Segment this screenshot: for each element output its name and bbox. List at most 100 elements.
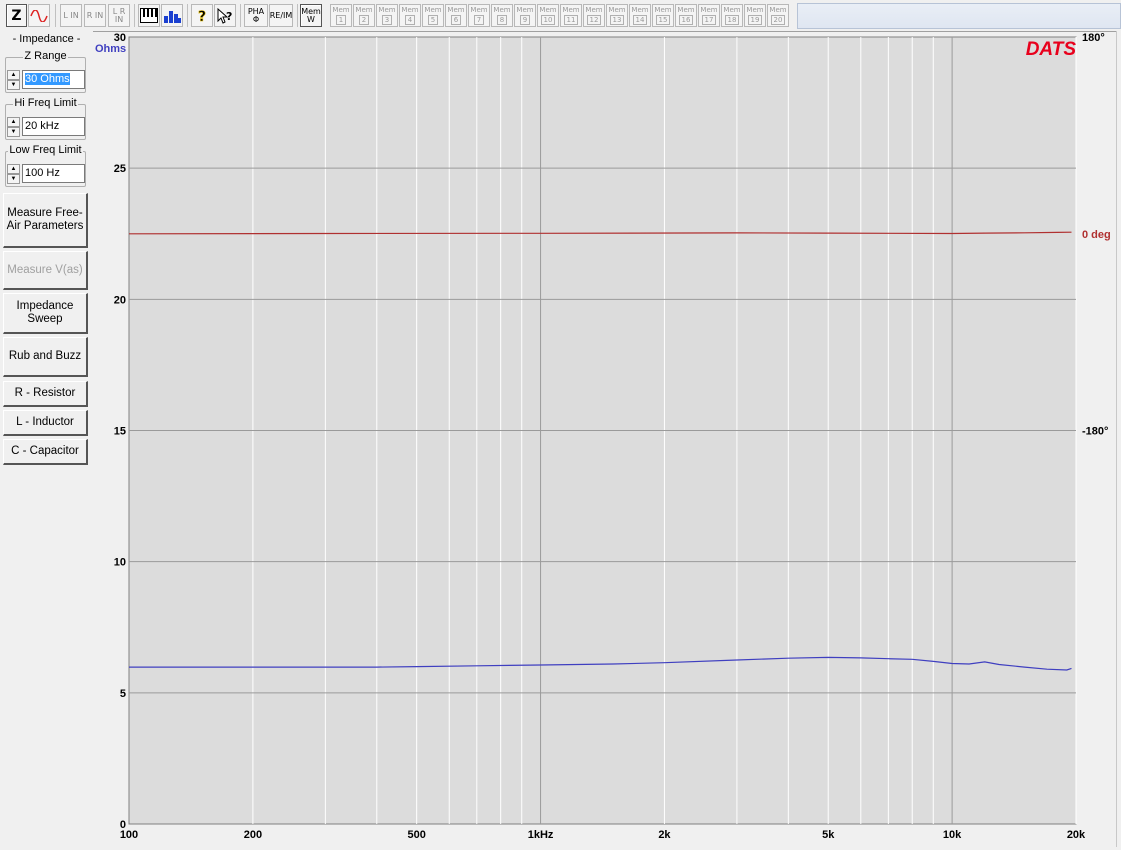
waveform-mode-button[interactable] <box>28 4 50 27</box>
memory-slot-16-button[interactable]: Mem 16 <box>675 4 697 27</box>
memory-slot-10-button[interactable]: Mem 10 <box>537 4 559 27</box>
capacitor-button[interactable]: C - Capacitor <box>3 439 88 465</box>
x-tick-label: 20k <box>1067 829 1086 841</box>
measure-vas-button[interactable]: Measure V(as) <box>3 251 88 290</box>
svg-text:?: ? <box>226 10 232 23</box>
memory-slot-18-button[interactable]: Mem 18 <box>721 4 743 27</box>
resistor-button[interactable]: R - Resistor <box>3 381 88 407</box>
help-button[interactable]: ? <box>191 4 213 27</box>
left-input-button[interactable]: L IN <box>60 4 82 27</box>
keyboard-icon <box>140 8 158 23</box>
y-axis-label: Ohms <box>95 43 126 55</box>
memory-slot-label: Mem <box>746 6 764 14</box>
left-right-input-button[interactable]: L R IN <box>108 4 130 27</box>
memory-slot-label: Mem <box>585 6 603 14</box>
phase-label: PHA Φ <box>247 6 265 24</box>
memory-slot-19-button[interactable]: Mem 19 <box>744 4 766 27</box>
memory-slot-3-button[interactable]: Mem 3 <box>376 4 398 27</box>
spin-down-icon[interactable]: ▼ <box>7 127 20 137</box>
memory-slot-2-button[interactable]: Mem 2 <box>353 4 375 27</box>
hi-freq-group: Hi Freq Limit ▲ ▼ 20 kHz <box>5 97 86 140</box>
bar-graph-button[interactable] <box>161 4 183 27</box>
y-tick-label: 15 <box>114 426 126 438</box>
memory-slot-label: Mem <box>539 6 557 14</box>
bar-graph-icon <box>164 11 181 23</box>
memory-slot-20-button[interactable]: Mem 20 <box>767 4 789 27</box>
memory-slot-1-button[interactable]: Mem 1 <box>330 4 352 27</box>
svg-text:?: ? <box>198 9 206 24</box>
toolbar-spacer <box>797 3 1121 29</box>
memory-slot-4-button[interactable]: Mem 4 <box>399 4 421 27</box>
memory-slot-14-button[interactable]: Mem 14 <box>629 4 651 27</box>
phase-tick-label: 0 deg <box>1082 229 1111 241</box>
impedance-mode-button[interactable]: Z <box>6 4 27 27</box>
memory-slot-number: 4 <box>404 15 416 25</box>
impedance-chart: 100 200 500 1kHz 2k 5k 10k 20k 0 5 10 15 20 25 30 180° 0… <box>93 31 1121 847</box>
spin-down-icon[interactable]: ▼ <box>7 174 20 184</box>
memory-slot-8-button[interactable]: Mem 8 <box>491 4 513 27</box>
memory-slot-number: 8 <box>496 15 508 25</box>
memory-slot-number: 20 <box>770 15 786 25</box>
memory-slot-number: 15 <box>655 15 671 25</box>
z-range-legend: Z Range <box>23 50 68 62</box>
memory-slot-label: Mem <box>401 6 419 14</box>
z-range-spinner[interactable]: ▲ ▼ <box>7 70 20 91</box>
x-tick-label: 2k <box>658 829 671 841</box>
low-freq-field[interactable]: 100 Hz <box>22 164 85 183</box>
memory-slot-label: Mem <box>378 6 396 14</box>
y-tick-label: 10 <box>114 557 126 569</box>
x-tick-label: 500 <box>407 829 425 841</box>
toolbar: Z L IN R IN L R IN ? ? PHA Φ RE/IM Mem W… <box>0 0 1121 32</box>
spin-up-icon[interactable]: ▲ <box>7 164 20 174</box>
measure-free-air-button[interactable]: Measure Free-Air Parameters <box>3 193 88 248</box>
dats-logo: DATS <box>1026 39 1077 60</box>
spin-down-icon[interactable]: ▼ <box>7 80 20 90</box>
memory-write-button[interactable]: Mem W <box>300 4 322 27</box>
sine-wave-icon <box>30 9 48 22</box>
memory-slot-label: Mem <box>654 6 672 14</box>
memory-slot-12-button[interactable]: Mem 12 <box>583 4 605 27</box>
memory-slot-label: Mem <box>700 6 718 14</box>
memory-slot-label: Mem <box>355 6 373 14</box>
memory-slot-number: 9 <box>519 15 531 25</box>
memory-slot-number: 10 <box>540 15 556 25</box>
memory-slot-label: Mem <box>677 6 695 14</box>
memory-slot-number: 19 <box>747 15 763 25</box>
memory-slot-7-button[interactable]: Mem 7 <box>468 4 490 27</box>
memory-slot-number: 1 <box>335 15 347 25</box>
left-input-label: L IN <box>63 10 79 20</box>
memory-slot-number: 3 <box>381 15 393 25</box>
phase-button[interactable]: PHA Φ <box>244 4 268 27</box>
memory-slot-13-button[interactable]: Mem 13 <box>606 4 628 27</box>
low-freq-legend: Low Freq Limit <box>8 144 83 156</box>
inductor-button[interactable]: L - Inductor <box>3 410 88 436</box>
y-tick-label: 0 <box>120 819 126 831</box>
right-edge-strip <box>1116 31 1121 847</box>
low-freq-value: 100 Hz <box>25 167 60 179</box>
memory-slot-label: Mem <box>493 6 511 14</box>
hi-freq-spinner[interactable]: ▲ ▼ <box>7 117 20 138</box>
keyboard-button[interactable] <box>138 4 160 27</box>
hi-freq-value: 20 kHz <box>25 120 60 132</box>
z-range-value: 30 Ohms <box>25 73 70 85</box>
memory-slot-label: Mem <box>470 6 488 14</box>
memory-slot-17-button[interactable]: Mem 17 <box>698 4 720 27</box>
memory-slot-label: Mem <box>631 6 649 14</box>
right-input-button[interactable]: R IN <box>84 4 106 27</box>
memory-slot-label: Mem <box>769 6 787 14</box>
spin-up-icon[interactable]: ▲ <box>7 117 20 127</box>
impedance-sweep-button[interactable]: Impedance Sweep <box>3 293 88 334</box>
context-help-button[interactable]: ? <box>214 4 236 27</box>
memory-slot-9-button[interactable]: Mem 9 <box>514 4 536 27</box>
memory-slot-15-button[interactable]: Mem 15 <box>652 4 674 27</box>
memory-slot-5-button[interactable]: Mem 5 <box>422 4 444 27</box>
memory-slot-6-button[interactable]: Mem 6 <box>445 4 467 27</box>
hi-freq-field[interactable]: 20 kHz <box>22 117 85 136</box>
context-help-icon: ? <box>217 7 232 24</box>
rub-and-buzz-button[interactable]: Rub and Buzz <box>3 337 88 377</box>
spin-up-icon[interactable]: ▲ <box>7 70 20 80</box>
real-imag-button[interactable]: RE/IM <box>269 4 293 27</box>
memory-slot-11-button[interactable]: Mem 11 <box>560 4 582 27</box>
low-freq-spinner[interactable]: ▲ ▼ <box>7 164 20 185</box>
z-range-field[interactable]: 30 Ohms <box>22 70 85 89</box>
